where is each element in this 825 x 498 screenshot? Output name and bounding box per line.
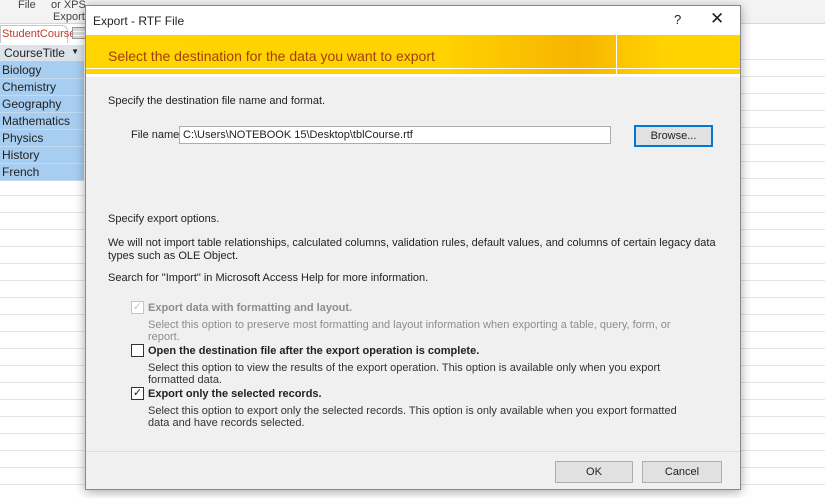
column-header-coursetitle[interactable]: CourseTitle ▼: [0, 45, 84, 62]
table-row[interactable]: Geography: [0, 96, 84, 113]
help-button[interactable]: ?: [674, 12, 681, 27]
open-after-export-checkbox[interactable]: [131, 344, 144, 357]
open-after-export-desc: Select this option to view the results o…: [148, 362, 688, 386]
dialog-banner: Select the destination for the data you …: [86, 35, 740, 77]
chevron-down-icon[interactable]: ▼: [71, 47, 79, 56]
ribbon-top-text: File or XPS: [18, 0, 86, 11]
dialog-title: Export - RTF File: [93, 14, 184, 28]
file-name-input[interactable]: C:\Users\NOTEBOOK 15\Desktop\tblCourse.r…: [179, 126, 611, 144]
dialog-title-bar: Export - RTF File ? ✕: [86, 6, 740, 35]
formatting-option-label: Export data with formatting and layout.: [148, 302, 352, 314]
table-row[interactable]: History: [0, 147, 84, 164]
export-rtf-dialog: Export - RTF File ? ✕ Select the destina…: [85, 5, 741, 490]
dialog-footer: OK Cancel: [86, 451, 740, 489]
banner-heading: Select the destination for the data you …: [108, 48, 435, 64]
selected-records-checkbox[interactable]: ✓: [131, 387, 144, 400]
selected-records-label[interactable]: Export only the selected records.: [148, 388, 322, 400]
close-button[interactable]: ✕: [710, 9, 724, 29]
table-row[interactable]: Biology: [0, 62, 84, 79]
options-heading: Specify export options.: [108, 213, 219, 225]
help-hint: Search for "Import" in Microsoft Access …: [108, 272, 428, 284]
export-group-label: Export: [53, 11, 85, 23]
table-row[interactable]: French: [0, 164, 84, 181]
file-name-label: File name:: [131, 129, 182, 141]
table-row[interactable]: Mathematics: [0, 113, 84, 130]
selected-records-desc: Select this option to export only the se…: [148, 405, 688, 429]
destination-instruction: Specify the destination file name and fo…: [108, 95, 325, 107]
table-icon[interactable]: [72, 27, 86, 39]
column-header-label: CourseTitle: [4, 46, 65, 60]
open-after-export-label[interactable]: Open the destination file after the expo…: [148, 345, 479, 357]
import-warning: We will not import table relationships, …: [108, 237, 718, 263]
ok-button[interactable]: OK: [555, 461, 633, 483]
table-row[interactable]: Physics: [0, 130, 84, 147]
tab-studentcourse[interactable]: StudentCourse: [0, 25, 68, 43]
browse-button[interactable]: Browse...: [634, 125, 713, 147]
table-row[interactable]: Chemistry: [0, 79, 84, 96]
formatting-option-desc: Select this option to preserve most form…: [148, 319, 688, 343]
cancel-button[interactable]: Cancel: [642, 461, 722, 483]
formatting-checkbox: ✓: [131, 301, 144, 314]
